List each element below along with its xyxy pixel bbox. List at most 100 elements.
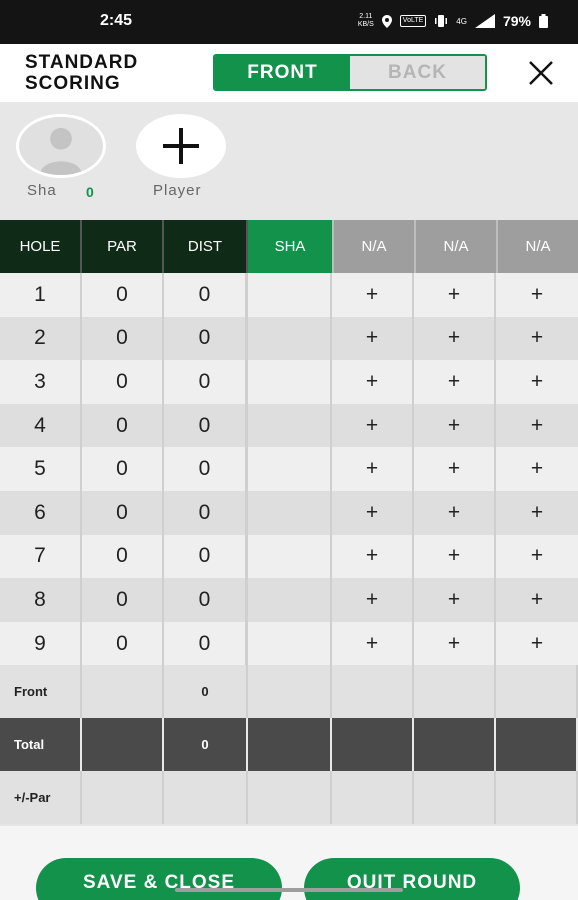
add-score-cell-4[interactable]: + xyxy=(496,404,578,448)
add-score-cell-2[interactable]: + xyxy=(332,578,414,622)
hole-par: 0 xyxy=(82,273,164,317)
front-p4 xyxy=(496,665,578,719)
total-p4 xyxy=(496,718,578,772)
add-score-cell-3[interactable]: + xyxy=(414,316,496,361)
hole-dist: 0 xyxy=(164,403,248,448)
par-diff-label: +/-Par xyxy=(0,771,82,825)
col-header-hole: HOLE xyxy=(0,220,82,273)
par-diff-p1 xyxy=(248,771,332,825)
add-score-cell-4[interactable]: + xyxy=(496,622,578,666)
add-player-button[interactable] xyxy=(136,114,226,178)
score-cell-sha[interactable] xyxy=(248,447,332,491)
vibrate-icon xyxy=(435,15,448,27)
hole-number: 3 xyxy=(0,360,82,404)
home-indicator[interactable] xyxy=(175,888,403,892)
add-score-cell-3[interactable]: + xyxy=(414,273,496,317)
hole-dist: 0 xyxy=(164,621,248,666)
tab-front[interactable]: FRONT xyxy=(215,56,350,89)
hole-dist: 0 xyxy=(164,534,248,579)
table-row: 5 0 0 + + + xyxy=(0,447,578,491)
col-header-player-2[interactable]: N/A xyxy=(332,220,414,273)
add-score-cell-2[interactable]: + xyxy=(332,490,414,535)
status-time: 2:45 xyxy=(100,12,133,29)
hole-number: 8 xyxy=(0,578,82,622)
front-p3 xyxy=(414,665,496,719)
table-row: 8 0 0 + + + xyxy=(0,578,578,622)
col-header-dist: DIST xyxy=(164,220,248,273)
add-score-cell-2[interactable]: + xyxy=(332,621,414,666)
network-type: 4G xyxy=(456,16,467,26)
add-score-cell-2[interactable]: + xyxy=(332,534,414,579)
add-score-cell-3[interactable]: + xyxy=(414,447,496,491)
add-score-cell-4[interactable]: + xyxy=(496,491,578,535)
score-cell-sha[interactable] xyxy=(248,316,332,361)
hole-dist: 0 xyxy=(164,447,248,491)
add-score-cell-4[interactable]: + xyxy=(496,578,578,622)
person-avatar-icon[interactable] xyxy=(16,114,106,178)
total-dist: 0 xyxy=(164,718,248,772)
add-score-cell-4[interactable]: + xyxy=(496,360,578,404)
grand-total-row: Total 0 xyxy=(0,718,578,772)
add-score-cell-2[interactable]: + xyxy=(332,273,414,317)
add-score-cell-3[interactable]: + xyxy=(414,621,496,666)
save-close-button[interactable]: SAVE & CLOSE xyxy=(36,858,282,900)
table-row: 9 0 0 + + + xyxy=(0,621,578,666)
signal-icon xyxy=(474,14,495,28)
col-header-player-3[interactable]: N/A xyxy=(414,220,496,273)
tab-back[interactable]: BACK xyxy=(350,56,485,89)
hole-par: 0 xyxy=(82,534,164,579)
table-header-row: HOLE PAR DIST SHA N/A N/A N/A xyxy=(0,220,578,273)
table-row: 4 0 0 + + + xyxy=(0,403,578,448)
score-cell-sha[interactable] xyxy=(248,360,332,404)
front-total-row: Front 0 xyxy=(0,665,578,719)
add-score-cell-4[interactable]: + xyxy=(496,447,578,491)
total-par xyxy=(82,718,164,772)
par-diff-p3 xyxy=(414,771,496,825)
add-score-cell-3[interactable]: + xyxy=(414,360,496,404)
hole-number: 7 xyxy=(0,534,82,579)
par-diff-p4 xyxy=(496,771,578,825)
add-score-cell-3[interactable]: + xyxy=(414,534,496,579)
table-row: 2 0 0 + + + xyxy=(0,316,578,361)
add-score-cell-2[interactable]: + xyxy=(332,316,414,361)
score-cell-sha[interactable] xyxy=(248,621,332,666)
add-score-cell-4[interactable]: + xyxy=(496,273,578,317)
total-p2 xyxy=(332,718,414,772)
add-score-cell-3[interactable]: + xyxy=(414,490,496,535)
player-score: 0 xyxy=(86,184,94,200)
add-score-cell-3[interactable]: + xyxy=(414,578,496,622)
scorecard-table: HOLE PAR DIST SHA N/A N/A N/A 1 0 0 + + +2 0 0 +… xyxy=(0,220,578,825)
players-bar: Sha 0 Player xyxy=(0,102,578,220)
col-header-player-sha[interactable]: SHA xyxy=(248,220,332,273)
hole-dist: 0 xyxy=(164,578,248,622)
front-par xyxy=(82,665,164,719)
score-cell-sha[interactable] xyxy=(248,578,332,622)
add-score-cell-3[interactable]: + xyxy=(414,403,496,448)
front-dist: 0 xyxy=(164,665,248,719)
score-cell-sha[interactable] xyxy=(248,403,332,448)
total-p1 xyxy=(248,718,332,772)
add-score-cell-2[interactable]: + xyxy=(332,360,414,404)
quit-round-button[interactable]: QUIT ROUND xyxy=(304,858,520,900)
page-title: STANDARD SCORING xyxy=(25,52,139,94)
hole-number: 9 xyxy=(0,621,82,666)
add-score-cell-4[interactable]: + xyxy=(496,535,578,579)
hole-dist: 0 xyxy=(164,490,248,535)
par-diff-par xyxy=(82,771,164,825)
hole-dist: 0 xyxy=(164,316,248,361)
add-score-cell-2[interactable]: + xyxy=(332,403,414,448)
hole-number: 6 xyxy=(0,490,82,535)
hole-dist: 0 xyxy=(164,273,248,317)
score-cell-sha[interactable] xyxy=(248,490,332,535)
volte-badge: VoLTE xyxy=(399,15,427,27)
col-header-player-4[interactable]: N/A xyxy=(496,220,578,273)
hole-dist: 0 xyxy=(164,360,248,404)
score-cell-sha[interactable] xyxy=(248,534,332,579)
close-icon[interactable] xyxy=(524,58,558,88)
location-icon xyxy=(381,14,392,28)
add-score-cell-4[interactable]: + xyxy=(496,317,578,361)
front-label: Front xyxy=(0,665,82,719)
network-speed: 2.11 KB/S xyxy=(357,13,374,28)
score-cell-sha[interactable] xyxy=(248,273,332,317)
add-score-cell-2[interactable]: + xyxy=(332,447,414,491)
